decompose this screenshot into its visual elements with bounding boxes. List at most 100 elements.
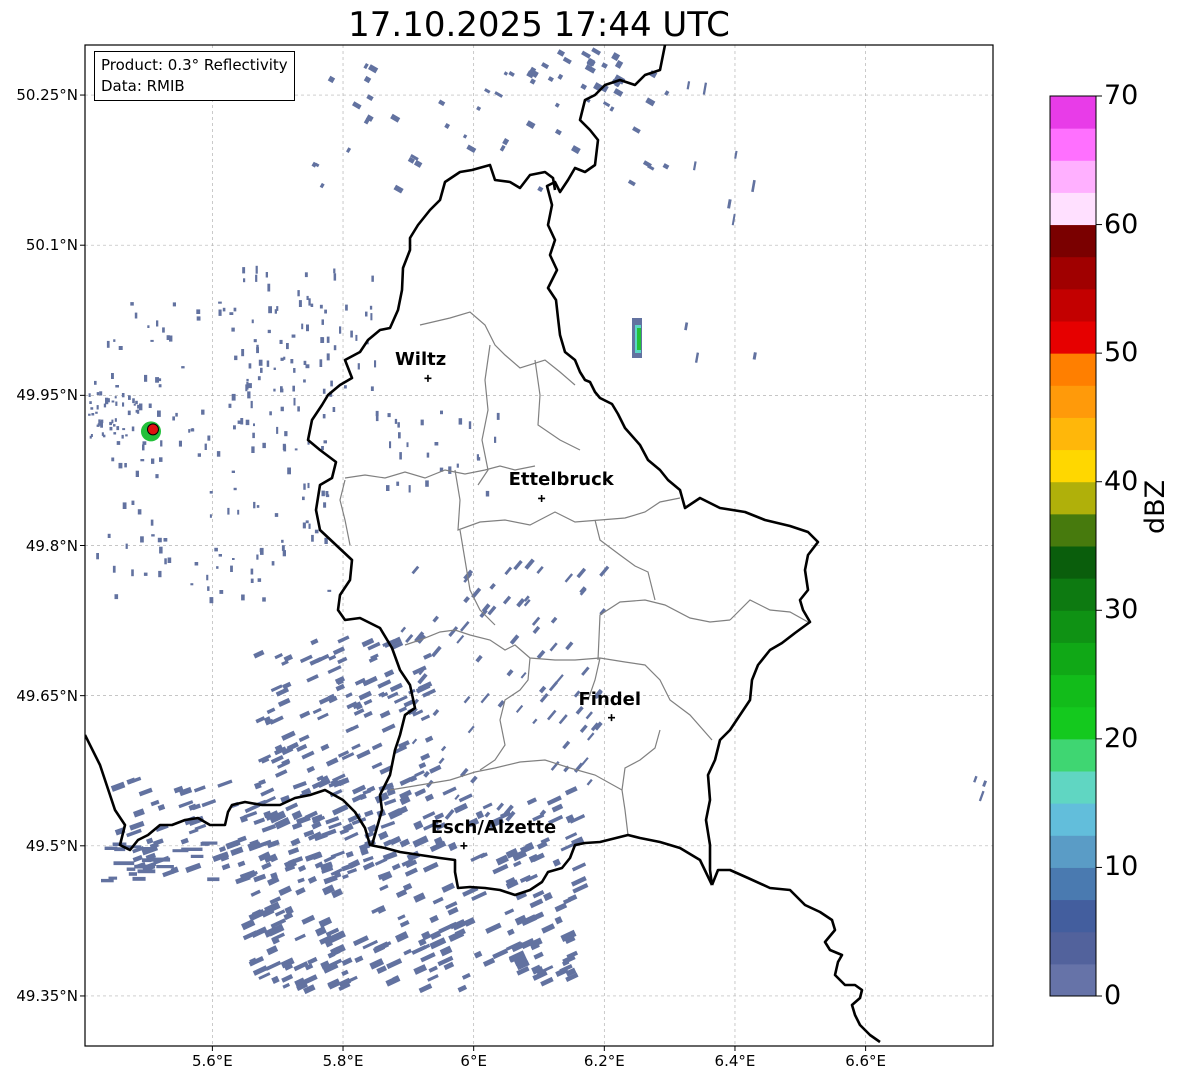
echo-cell: [101, 878, 114, 883]
echo-cell: [326, 336, 330, 343]
city-label: Wiltz: [394, 349, 447, 371]
echo-cell: [247, 391, 251, 399]
echo-cell: [107, 533, 111, 538]
echo-cell: [324, 537, 328, 544]
echo-cell: [397, 422, 400, 428]
echo-cell: [339, 326, 342, 334]
echo-cell: [114, 418, 117, 422]
echo-cell: [253, 339, 257, 343]
echo-cell: [232, 558, 235, 560]
echo-cell: [113, 424, 116, 427]
colorbar-segment: [1050, 192, 1096, 226]
colorbar-segment: [1050, 963, 1096, 997]
radar-site: [140, 421, 161, 442]
colorbar-segment: [1050, 674, 1096, 708]
echo-cell: [118, 346, 123, 350]
echo-cell: [233, 425, 236, 430]
echo-cell: [303, 379, 306, 383]
echo-cell: [140, 459, 145, 462]
echo-cell: [273, 388, 276, 392]
echo-cell: [151, 458, 155, 464]
echo-cell: [207, 435, 211, 441]
echo-cell: [200, 841, 210, 846]
echo-cell: [344, 385, 347, 389]
echo-cell: [136, 409, 140, 414]
echo-cell: [147, 325, 150, 328]
echo-cell: [167, 557, 172, 563]
echo-cell: [399, 452, 402, 460]
echo-cell: [127, 410, 131, 416]
echo-cell: [233, 487, 237, 491]
echo-cell: [125, 543, 128, 549]
echo-cell: [128, 395, 131, 400]
lat-tick-label: 49.5°N: [25, 836, 78, 855]
echo-cell-strong: [637, 328, 641, 350]
echo-cell: [231, 393, 236, 401]
echo-cell: [196, 316, 201, 321]
echo-cell: [160, 440, 163, 447]
echo-cell: [246, 381, 249, 390]
colorbar-tick-label: 20: [1104, 722, 1139, 754]
echo-cell: [321, 490, 325, 497]
echo-cell: [134, 312, 138, 319]
echo-cell: [99, 391, 103, 396]
echo-cell: [292, 385, 295, 392]
echo-cell: [257, 376, 261, 381]
echo-cell: [350, 330, 353, 338]
echo-cell: [209, 597, 214, 604]
echo-cell: [158, 570, 162, 578]
echo-cell: [156, 865, 174, 869]
echo-cell: [248, 363, 252, 369]
lon-tick-label: 5.8°E: [322, 1052, 364, 1070]
echo-cell: [150, 857, 171, 862]
echo-cell: [374, 360, 377, 368]
echo-cell: [131, 569, 134, 577]
colorbar-segment: [1050, 931, 1096, 965]
echo-cell: [204, 443, 207, 450]
echo-cell: [260, 367, 263, 373]
echo-cell: [94, 380, 97, 385]
echo-cell: [197, 453, 201, 457]
colorbar-segment: [1050, 353, 1096, 386]
echo-cell: [369, 305, 373, 310]
colorbar-segment: [1050, 449, 1096, 483]
echo-cell: [106, 340, 110, 348]
lat-tick-label: 49.35°N: [16, 986, 78, 1005]
echo-cell: [458, 418, 463, 425]
echo-cell: [345, 304, 348, 311]
echo-cell: [216, 566, 219, 569]
echo-cell: [91, 413, 95, 416]
echo-cell: [207, 877, 220, 882]
echo-cell: [333, 268, 336, 274]
echo-cell: [163, 538, 168, 542]
echo-cell: [159, 457, 163, 462]
echo-cell: [164, 558, 167, 565]
echo-cell: [102, 434, 106, 438]
echo-cell: [237, 509, 240, 515]
echo-cell: [389, 441, 392, 449]
colorbar-segment: [1050, 513, 1096, 547]
echo-cell: [406, 442, 409, 448]
echo-cell: [178, 440, 182, 447]
echo-cell: [116, 426, 120, 431]
echo-cell: [252, 432, 255, 439]
lat-tick-label: 49.95°N: [16, 386, 78, 405]
echo-cell: [115, 385, 119, 388]
data-source-label: Data: RMIB: [101, 77, 185, 95]
colorbar-segment: [1050, 578, 1096, 611]
echo-cell: [290, 359, 294, 364]
echo-cell: [281, 539, 284, 543]
echo-cell: [327, 589, 332, 592]
echo-cell: [113, 339, 116, 342]
product-info-box: Product: 0.3° Reflectivity Data: RMIB: [94, 51, 295, 101]
echo-cell: [268, 306, 272, 314]
echo-cell: [125, 434, 128, 437]
echo-cell: [258, 359, 263, 366]
colorbar-tick-label: 0: [1104, 980, 1122, 1011]
echo-cell: [172, 849, 189, 853]
colorbar-tick-label: 60: [1104, 208, 1139, 240]
echo-cell: [306, 295, 309, 300]
echo-cell: [231, 470, 235, 473]
echo-cell: [301, 323, 304, 330]
echo-cell: [256, 505, 260, 508]
